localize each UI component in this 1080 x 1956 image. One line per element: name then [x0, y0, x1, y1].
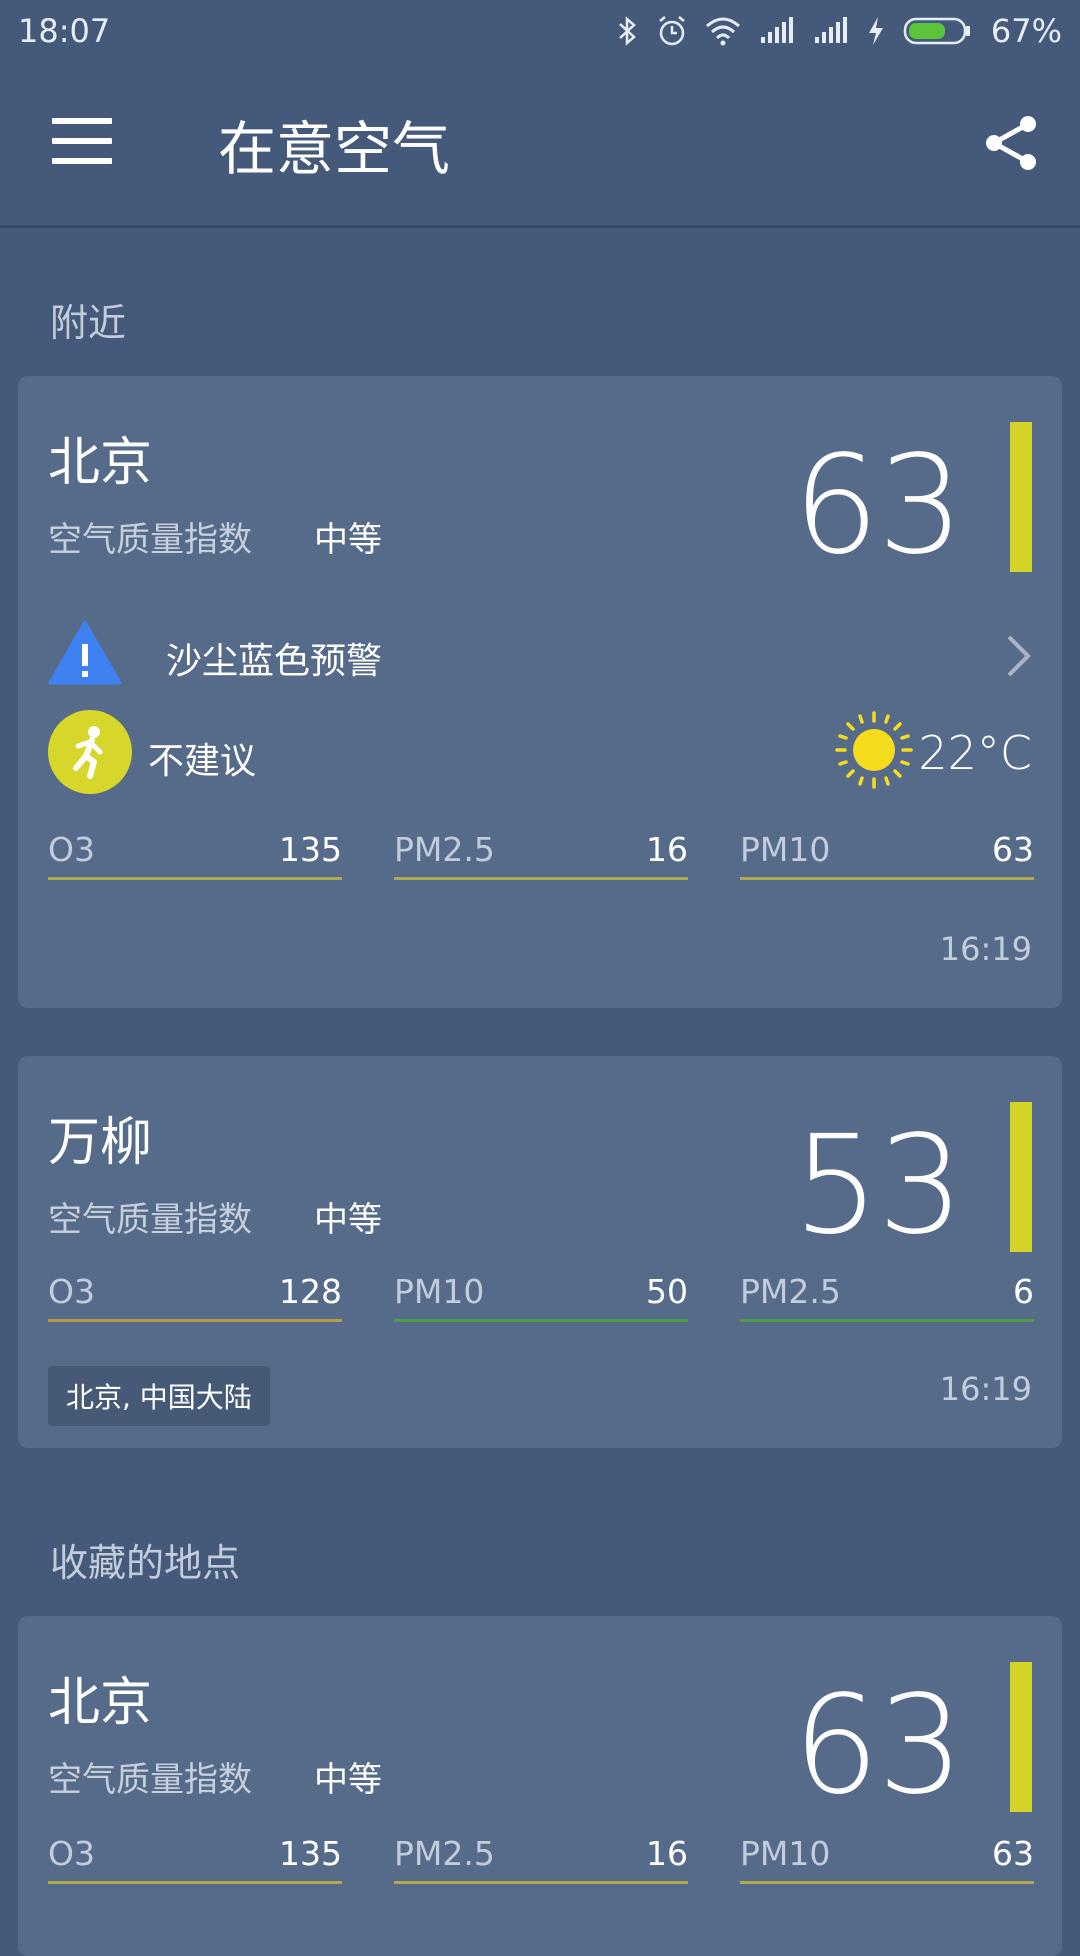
status-icons: 67% — [617, 12, 1062, 50]
sunny-icon — [835, 711, 913, 789]
pollutant-name: PM2.5 — [394, 830, 495, 869]
pollutant-pm10: PM10 63 — [740, 830, 1034, 880]
section-title-nearby: 附近 — [50, 301, 127, 345]
aqi-label: 空气质量指数 — [48, 1200, 252, 1240]
pollutant-value: 16 — [646, 830, 688, 869]
alert-row[interactable]: 沙尘蓝色预警 — [48, 616, 1032, 696]
aqi-value: 53 — [792, 1107, 964, 1265]
air-quality-card[interactable]: 北京 空气质量指数 中等 63 沙尘蓝色预警 不建议 22°C O3 135 P… — [18, 376, 1062, 1008]
location-chip: 北京, 中国大陆 — [48, 1366, 270, 1426]
pollutant-value: 16 — [646, 1834, 688, 1873]
running-icon — [73, 726, 103, 779]
air-quality-card[interactable]: 北京 空气质量指数 中等 63 O3 135 PM2.5 16 PM10 63 — [18, 1616, 1062, 1956]
pollutant-value: 128 — [279, 1272, 342, 1311]
menu-icon-line — [52, 118, 112, 124]
pollutant-o3: O3 135 — [48, 830, 342, 880]
pollutant-name: O3 — [48, 830, 95, 869]
menu-icon-line — [52, 158, 112, 164]
update-time: 16:19 — [939, 930, 1032, 968]
alarm-icon — [659, 16, 685, 46]
charging-icon — [868, 17, 883, 45]
menu-icon-line — [52, 138, 112, 144]
air-quality-card[interactable]: 万柳 空气质量指数 中等 53 O3 128 PM10 50 PM2.5 6 北… — [18, 1056, 1062, 1448]
pollutant-value: 50 — [646, 1272, 688, 1311]
pollutant-name: O3 — [48, 1272, 95, 1311]
pollutant-value: 135 — [279, 830, 342, 869]
pollutant-pm10: PM10 50 — [394, 1272, 688, 1322]
signal-icon — [814, 17, 847, 43]
aqi-label: 空气质量指数 — [48, 520, 252, 560]
city-name: 北京 — [48, 433, 153, 493]
pollutant-o3: O3 128 — [48, 1272, 342, 1322]
battery-icon — [903, 17, 970, 45]
pollutant-o3: O3 135 — [48, 1834, 342, 1884]
aqi-value: 63 — [792, 1667, 964, 1825]
pollutant-value: 6 — [1013, 1272, 1034, 1311]
pollutant-value: 63 — [992, 1834, 1034, 1873]
pollutant-name: O3 — [48, 1834, 95, 1873]
wifi-icon — [705, 17, 740, 46]
pollutant-pm10: PM10 63 — [740, 1834, 1034, 1884]
share-icon[interactable] — [980, 112, 1042, 174]
activity-advice: 不建议 — [148, 741, 257, 782]
pollutant-name: PM2.5 — [394, 1834, 495, 1873]
aqi-level: 中等 — [314, 1760, 382, 1800]
bluetooth-icon — [619, 16, 636, 46]
aqi-level: 中等 — [314, 1200, 382, 1240]
pollutant-pm25: PM2.5 6 — [740, 1272, 1034, 1322]
aqi-color-bar — [1010, 422, 1032, 572]
signal-icon — [760, 17, 793, 43]
pollutant-name: PM2.5 — [740, 1272, 841, 1311]
pollutant-value: 63 — [992, 830, 1034, 869]
city-name: 北京 — [48, 1673, 153, 1733]
pollutant-value: 135 — [279, 1834, 342, 1873]
aqi-value: 63 — [792, 427, 964, 585]
city-name: 万柳 — [48, 1113, 153, 1173]
section-title-favorites: 收藏的地点 — [50, 1541, 241, 1585]
temperature: 22°C — [918, 726, 1032, 780]
battery-percent: 67% — [990, 12, 1062, 50]
aqi-color-bar — [1010, 1102, 1032, 1252]
activity-icon-container — [48, 710, 132, 794]
update-time: 16:19 — [939, 1370, 1032, 1408]
aqi-color-bar — [1010, 1662, 1032, 1812]
pollutant-name: PM10 — [740, 1834, 831, 1873]
pollutant-name: PM10 — [740, 830, 831, 869]
status-bar: 18:07 67% — [0, 0, 1080, 62]
pollutant-pm25: PM2.5 16 — [394, 1834, 688, 1884]
aqi-level: 中等 — [314, 520, 382, 560]
pollutant-name: PM10 — [394, 1272, 485, 1311]
chevron-right-icon — [1007, 635, 1031, 677]
app-title: 在意空气 — [218, 115, 451, 183]
menu-button[interactable] — [52, 118, 112, 168]
app-bar: 在意空气 — [0, 62, 1080, 228]
warning-icon — [48, 620, 122, 685]
status-time: 18:07 — [18, 12, 111, 50]
aqi-label: 空气质量指数 — [48, 1760, 252, 1800]
alert-text: 沙尘蓝色预警 — [166, 641, 383, 682]
pollutant-pm25: PM2.5 16 — [394, 830, 688, 880]
